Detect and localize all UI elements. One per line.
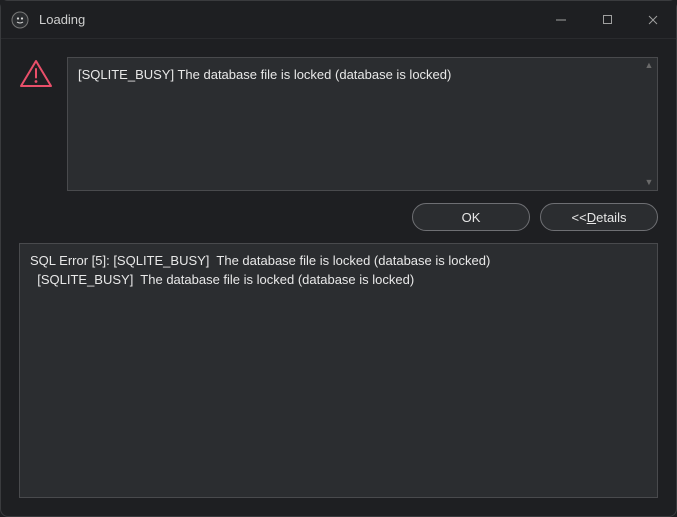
- details-pane[interactable]: SQL Error [5]: [SQLITE_BUSY] The databas…: [19, 243, 658, 498]
- message-scrollbar[interactable]: ▲ ▼: [641, 58, 657, 190]
- details-button-prefix: <<: [572, 210, 587, 225]
- window-title: Loading: [39, 12, 538, 27]
- close-button[interactable]: [630, 1, 676, 38]
- dialog-content: [SQLITE_BUSY] The database file is locke…: [1, 39, 676, 516]
- details-line-2: [SQLITE_BUSY] The database file is locke…: [30, 272, 414, 287]
- titlebar: Loading: [1, 1, 676, 39]
- ok-button-label: OK: [462, 210, 481, 225]
- details-button[interactable]: << Details: [540, 203, 658, 231]
- details-line-1: SQL Error [5]: [SQLITE_BUSY] The databas…: [30, 253, 490, 268]
- window-controls: [538, 1, 676, 38]
- details-button-underline: D: [587, 210, 596, 225]
- warning-icon: [19, 57, 53, 191]
- message-row: [SQLITE_BUSY] The database file is locke…: [19, 57, 658, 191]
- maximize-button[interactable]: [584, 1, 630, 38]
- ok-button[interactable]: OK: [412, 203, 530, 231]
- app-icon: [11, 11, 29, 29]
- message-text: [SQLITE_BUSY] The database file is locke…: [68, 58, 641, 190]
- button-row: OK << Details: [19, 191, 658, 243]
- scroll-down-icon: ▼: [645, 178, 654, 187]
- minimize-button[interactable]: [538, 1, 584, 38]
- message-box: [SQLITE_BUSY] The database file is locke…: [67, 57, 658, 191]
- details-button-rest: etails: [596, 210, 626, 225]
- scroll-up-icon: ▲: [645, 61, 654, 70]
